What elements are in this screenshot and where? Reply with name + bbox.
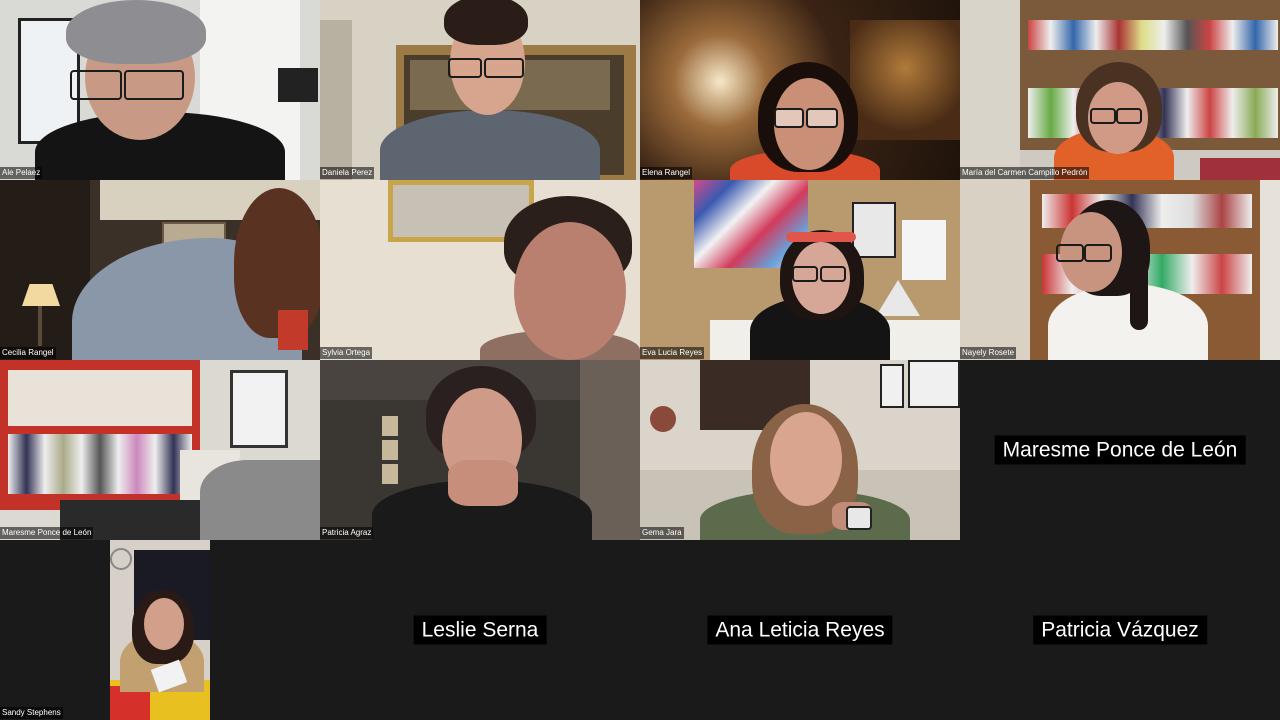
video-feed <box>640 180 960 360</box>
participant-tile-ale-pelaez[interactable]: Ale Pelaez <box>0 0 320 180</box>
participant-tile-patricia-agraz[interactable]: Patricia Agraz <box>320 360 640 540</box>
participant-name: Leslie Serna <box>413 615 547 645</box>
participant-name: Daniela Perez <box>320 167 375 179</box>
participant-name: Maresme Ponce de León <box>0 527 94 539</box>
glasses <box>70 70 122 100</box>
participant-name: Maresme Ponce de León <box>994 435 1246 465</box>
video-feed <box>110 540 210 720</box>
headband <box>786 232 856 242</box>
participant-tile-maresme-video[interactable]: Maresme Ponce de León <box>0 360 320 540</box>
participant-tile-nayely-rosete[interactable]: Nayely Rosete <box>960 180 1280 360</box>
participant-tile-elena-rangel[interactable]: Elena Rangel <box>640 0 960 180</box>
participant-name: Patricia Agraz <box>320 527 374 539</box>
video-feed <box>320 360 640 540</box>
participant-name: Sylvia Ortega <box>320 347 373 359</box>
video-grid: Ale Pelaez Daniela Perez Elena Rangel Ma… <box>0 0 1280 720</box>
smartwatch <box>846 506 872 530</box>
participant-tile-daniela-perez[interactable]: Daniela Perez <box>320 0 640 180</box>
participant-name: Sandy Stephens <box>0 707 63 719</box>
participant-name: Gema Jara <box>640 527 684 539</box>
video-feed <box>0 360 320 540</box>
participant-name: Elena Rangel <box>640 167 693 179</box>
participant-tile-sylvia-ortega[interactable]: Sylvia Ortega <box>320 180 640 360</box>
participant-name: Cecilia Rangel <box>0 347 56 359</box>
braid <box>1130 260 1148 330</box>
video-feed <box>960 0 1280 180</box>
wall-monitor <box>278 68 318 102</box>
participant-tile-cecilia-rangel[interactable]: Cecilia Rangel <box>0 180 320 360</box>
participant-name: Patricia Vázquez <box>1033 615 1207 645</box>
participant-name: María del Carmen Campillo Pedrón <box>960 167 1090 179</box>
video-feed <box>320 0 640 180</box>
participant-tile-sandy-stephens[interactable]: Sandy Stephens <box>0 540 320 720</box>
participant-tile-patricia-vazquez[interactable]: Patricia Vázquez <box>960 540 1280 720</box>
participant-name: Ale Pelaez <box>0 167 43 179</box>
participant-tile-ana-leticia-reyes[interactable]: Ana Leticia Reyes <box>640 540 960 720</box>
participant-name: Eva Lucia Reyes <box>640 347 705 359</box>
participant-tile-leslie-serna[interactable]: Leslie Serna <box>320 540 640 720</box>
video-feed <box>960 180 1280 360</box>
hands <box>448 460 518 506</box>
video-feed <box>320 180 640 360</box>
participant-name: Ana Leticia Reyes <box>707 615 893 645</box>
video-feed <box>0 180 320 360</box>
video-feed <box>0 0 320 180</box>
participant-tile-maresme-camera-off[interactable]: Maresme Ponce de León <box>960 360 1280 540</box>
diploma-frame <box>230 370 288 448</box>
video-feed <box>640 360 960 540</box>
participant-tile-gema-jara[interactable]: Gema Jara <box>640 360 960 540</box>
wall-clock <box>110 548 132 570</box>
participant-tile-eva-lucia-reyes[interactable]: Eva Lucia Reyes <box>640 180 960 360</box>
participant-name: Nayely Rosete <box>960 347 1017 359</box>
participant-tile-maria-del-carmen[interactable]: María del Carmen Campillo Pedrón <box>960 0 1280 180</box>
video-feed <box>640 0 960 180</box>
